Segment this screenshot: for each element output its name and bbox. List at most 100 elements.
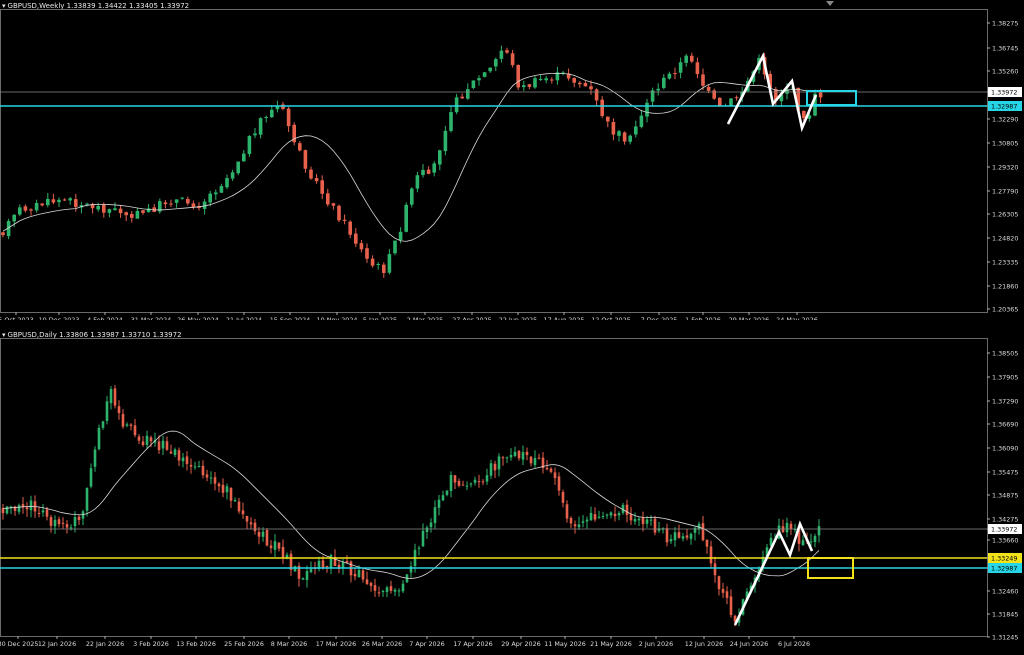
candle-body: [594, 89, 599, 101]
candle-body: [197, 466, 201, 468]
daily-chart-canvas[interactable]: 1.38505 1.37905 1.37290 1.36690 1.36090 1.354…: [0, 329, 1024, 655]
candle-body: [189, 464, 193, 467]
candle-body: [146, 208, 151, 213]
candle-body: [481, 481, 485, 483]
candle-body: [73, 517, 77, 526]
candle-body: [497, 456, 501, 470]
candle-body: [673, 532, 677, 541]
candle-body: [561, 491, 565, 503]
candle-body: [597, 516, 601, 518]
candle-body: [669, 539, 673, 542]
candle-body: [433, 507, 437, 524]
candle-body: [309, 169, 313, 179]
price-axis-label: 1.35260: [992, 67, 1018, 75]
candle-body: [645, 102, 649, 117]
candle-body: [253, 522, 257, 532]
price-axis-label: 1.21860: [992, 282, 1018, 290]
candle-body: [465, 485, 469, 487]
candle-body: [286, 108, 291, 127]
candle-body: [137, 436, 141, 441]
price-axis-label: 1.32290: [992, 115, 1018, 123]
zigzag-pattern-line[interactable]: [733, 520, 814, 626]
candle-body: [469, 483, 473, 485]
candle-body: [637, 518, 641, 521]
candle-body: [801, 540, 805, 546]
candle-body: [186, 198, 190, 204]
candle-body: [89, 468, 93, 487]
candle-body: [277, 542, 281, 549]
candle-body: [398, 231, 403, 241]
price-axis-label: 1.31845: [992, 610, 1018, 618]
candle-body: [23, 206, 28, 211]
candle-body: [229, 487, 233, 501]
candle-body: [437, 499, 441, 508]
candle-body: [320, 180, 324, 194]
candle-body: [421, 530, 425, 547]
candle-body: [161, 440, 165, 449]
candle-body: [545, 467, 549, 470]
candle-body: [600, 99, 604, 116]
candle-body: [557, 476, 561, 491]
candle-body: [174, 199, 179, 203]
candle-body: [309, 569, 313, 573]
weekly-chart-canvas[interactable]: 1.38275 1.36745 1.35260 1.32290 1.30805 1.293…: [0, 0, 1024, 320]
yellow-level-price-tag-label: 1.33249: [991, 555, 1017, 563]
scroll-marker-icon[interactable]: [826, 1, 834, 6]
time-axis-label: 31 Mar 2024: [131, 316, 172, 320]
candle-body: [113, 388, 117, 406]
candle-body: [494, 59, 498, 67]
candle-body: [410, 188, 414, 205]
candle-body: [709, 546, 713, 564]
daily-chart-panel[interactable]: ▾ GBPUSD,Daily 1.33806 1.33987 1.33710 1.…: [0, 329, 1024, 655]
candle-body: [117, 406, 121, 414]
candle-body: [169, 451, 173, 454]
candle-body: [505, 457, 509, 459]
candle-body: [293, 566, 297, 572]
candle-body: [18, 207, 22, 215]
candle-body: [261, 531, 265, 537]
candle-body: [415, 175, 420, 189]
candle-body: [689, 533, 693, 539]
candle-body: [656, 88, 660, 91]
candle-body: [46, 198, 50, 206]
candle-body: [445, 490, 449, 495]
candle-body: [453, 475, 457, 483]
candle-body: [101, 421, 105, 428]
candle-body: [477, 78, 481, 81]
candle-body: [589, 512, 593, 521]
candle-body: [107, 209, 112, 213]
plot-border: [0, 9, 988, 313]
price-axis-label: 1.38505: [992, 349, 1018, 357]
candle-body: [513, 451, 517, 456]
weekly-chart-panel[interactable]: ▾ GBPUSD,Weekly 1.33839 1.34422 1.33405 1…: [0, 0, 1024, 320]
candle-body: [527, 84, 532, 87]
candle-body: [180, 197, 184, 199]
candle-body: [581, 521, 585, 523]
candle-body: [725, 591, 729, 598]
candle-body: [625, 504, 629, 515]
candle-body: [516, 64, 520, 88]
candle-body: [129, 424, 133, 426]
candle-body: [331, 203, 336, 206]
candle-body: [270, 109, 274, 118]
candle-body: [181, 457, 185, 462]
candle-body: [365, 248, 369, 259]
time-axis-label: 11 May 2026: [544, 640, 586, 648]
candle-body: [473, 479, 477, 483]
candle-body: [113, 208, 117, 211]
candle-body: [51, 199, 56, 203]
candle-body: [361, 570, 365, 580]
candle-body: [429, 522, 433, 528]
candle-body: [706, 86, 711, 91]
candle-body: [53, 519, 57, 527]
candle-body: [269, 545, 273, 549]
candle-body: [633, 519, 637, 522]
candle-body: [165, 441, 169, 450]
candle-body: [397, 590, 401, 592]
candle-body: [426, 169, 431, 174]
candle-body: [417, 547, 421, 549]
candle-body: [529, 456, 533, 464]
candle-body: [359, 243, 364, 250]
candle-body: [461, 484, 465, 486]
candle-body: [785, 522, 789, 533]
